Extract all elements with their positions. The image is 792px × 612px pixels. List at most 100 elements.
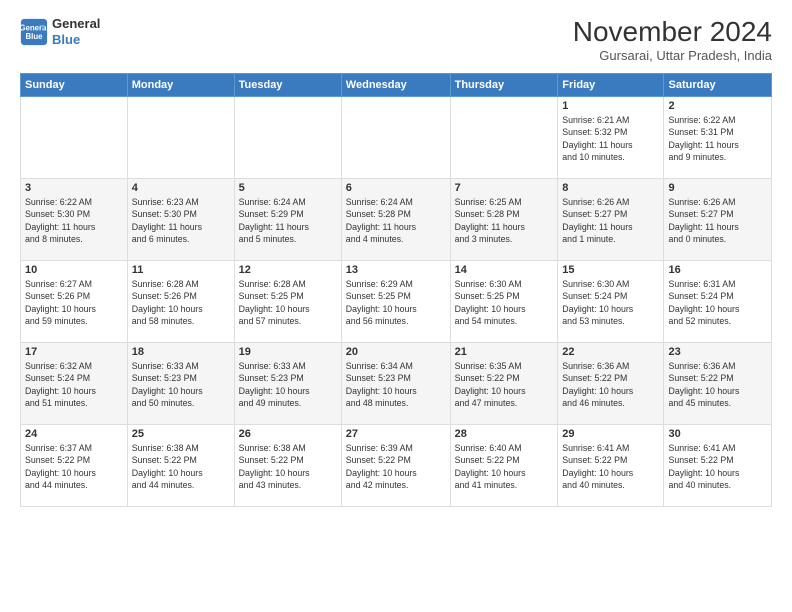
cell-1-5: 8 Sunrise: 6:26 AMSunset: 5:27 PMDaylight… [558, 179, 664, 261]
title-area: November 2024 Gursarai, Uttar Pradesh, I… [573, 16, 772, 63]
cell-2-6: 16Sunrise: 6:31 AMSunset: 5:24 PMDayligh… [664, 261, 772, 343]
week-row-4: 24 Sunrise: 6:37 AMSunset: 5:22 PMDayligh… [21, 425, 772, 507]
day-info: Sunrise: 6:27 AMSunset: 5:26 PMDaylight:… [25, 278, 123, 327]
cell-2-3: 13Sunrise: 6:29 AMSunset: 5:25 PMDayligh… [341, 261, 450, 343]
cell-3-1: 18 Sunrise: 6:33 AMSunset: 5:23 PMDayligh… [127, 343, 234, 425]
cell-1-0: 3 Sunrise: 6:22 AMSunset: 5:30 PMDaylight… [21, 179, 128, 261]
cell-2-5: 15 Sunrise: 6:30 AMSunset: 5:24 PMDayligh… [558, 261, 664, 343]
day-info: Sunrise: 6:41 AMSunset: 5:22 PMDaylight:… [562, 442, 659, 491]
day-info: Sunrise: 6:21 AMSunset: 5:32 PMDaylight:… [562, 114, 659, 163]
day-number: 1 [562, 100, 659, 112]
day-number: 25 [132, 428, 230, 440]
day-info: Sunrise: 6:41 AMSunset: 5:22 PMDaylight:… [668, 442, 767, 491]
day-info: Sunrise: 6:24 AMSunset: 5:29 PMDaylight:… [239, 196, 337, 245]
header-tuesday: Tuesday [234, 74, 341, 97]
day-number: 6 [346, 182, 446, 194]
cell-2-4: 14 Sunrise: 6:30 AMSunset: 5:25 PMDayligh… [450, 261, 558, 343]
header-wednesday: Wednesday [341, 74, 450, 97]
day-info: Sunrise: 6:37 AMSunset: 5:22 PMDaylight:… [25, 442, 123, 491]
cell-1-3: 6 Sunrise: 6:24 AMSunset: 5:28 PMDaylight… [341, 179, 450, 261]
header-saturday: Saturday [664, 74, 772, 97]
day-number: 18 [132, 346, 230, 358]
day-number: 2 [668, 100, 767, 112]
cell-4-4: 28 Sunrise: 6:40 AMSunset: 5:22 PMDayligh… [450, 425, 558, 507]
day-info: Sunrise: 6:32 AMSunset: 5:24 PMDaylight:… [25, 360, 123, 409]
cell-4-1: 25 Sunrise: 6:38 AMSunset: 5:22 PMDayligh… [127, 425, 234, 507]
cell-3-3: 20 Sunrise: 6:34 AMSunset: 5:23 PMDayligh… [341, 343, 450, 425]
cell-2-1: 11 Sunrise: 6:28 AMSunset: 5:26 PMDayligh… [127, 261, 234, 343]
cell-0-4 [450, 97, 558, 179]
cell-3-4: 21 Sunrise: 6:35 AMSunset: 5:22 PMDayligh… [450, 343, 558, 425]
day-number: 20 [346, 346, 446, 358]
cell-1-1: 4 Sunrise: 6:23 AMSunset: 5:30 PMDaylight… [127, 179, 234, 261]
page: General Blue General Blue November 2024 … [0, 0, 792, 612]
day-number: 10 [25, 264, 123, 276]
day-number: 5 [239, 182, 337, 194]
day-info: Sunrise: 6:33 AMSunset: 5:23 PMDaylight:… [239, 360, 337, 409]
header: General Blue General Blue November 2024 … [20, 16, 772, 63]
day-number: 30 [668, 428, 767, 440]
calendar-header: Sunday Monday Tuesday Wednesday Thursday… [21, 74, 772, 97]
cell-1-6: 9Sunrise: 6:26 AMSunset: 5:27 PMDaylight… [664, 179, 772, 261]
cell-4-2: 26Sunrise: 6:38 AMSunset: 5:22 PMDayligh… [234, 425, 341, 507]
day-number: 12 [239, 264, 337, 276]
calendar: Sunday Monday Tuesday Wednesday Thursday… [20, 73, 772, 507]
cell-3-0: 17 Sunrise: 6:32 AMSunset: 5:24 PMDayligh… [21, 343, 128, 425]
day-number: 9 [668, 182, 767, 194]
day-info: Sunrise: 6:40 AMSunset: 5:22 PMDaylight:… [455, 442, 554, 491]
svg-text:Blue: Blue [25, 32, 43, 41]
month-title: November 2024 [573, 16, 772, 48]
day-number: 16 [668, 264, 767, 276]
day-number: 19 [239, 346, 337, 358]
cell-4-5: 29 Sunrise: 6:41 AMSunset: 5:22 PMDayligh… [558, 425, 664, 507]
day-number: 23 [668, 346, 767, 358]
calendar-body: 1 Sunrise: 6:21 AMSunset: 5:32 PMDaylight… [21, 97, 772, 507]
day-info: Sunrise: 6:36 AMSunset: 5:22 PMDaylight:… [562, 360, 659, 409]
day-number: 29 [562, 428, 659, 440]
day-number: 21 [455, 346, 554, 358]
cell-4-3: 27Sunrise: 6:39 AMSunset: 5:22 PMDayligh… [341, 425, 450, 507]
week-row-2: 10 Sunrise: 6:27 AMSunset: 5:26 PMDayligh… [21, 261, 772, 343]
day-number: 7 [455, 182, 554, 194]
header-monday: Monday [127, 74, 234, 97]
day-info: Sunrise: 6:33 AMSunset: 5:23 PMDaylight:… [132, 360, 230, 409]
day-number: 17 [25, 346, 123, 358]
cell-4-0: 24 Sunrise: 6:37 AMSunset: 5:22 PMDayligh… [21, 425, 128, 507]
day-info: Sunrise: 6:23 AMSunset: 5:30 PMDaylight:… [132, 196, 230, 245]
day-number: 11 [132, 264, 230, 276]
day-number: 22 [562, 346, 659, 358]
day-info: Sunrise: 6:30 AMSunset: 5:24 PMDaylight:… [562, 278, 659, 327]
cell-3-5: 22 Sunrise: 6:36 AMSunset: 5:22 PMDayligh… [558, 343, 664, 425]
day-info: Sunrise: 6:34 AMSunset: 5:23 PMDaylight:… [346, 360, 446, 409]
header-row: Sunday Monday Tuesday Wednesday Thursday… [21, 74, 772, 97]
day-number: 27 [346, 428, 446, 440]
header-thursday: Thursday [450, 74, 558, 97]
cell-3-2: 19 Sunrise: 6:33 AMSunset: 5:23 PMDayligh… [234, 343, 341, 425]
cell-4-6: 30 Sunrise: 6:41 AMSunset: 5:22 PMDayligh… [664, 425, 772, 507]
week-row-0: 1 Sunrise: 6:21 AMSunset: 5:32 PMDaylight… [21, 97, 772, 179]
day-number: 4 [132, 182, 230, 194]
day-number: 15 [562, 264, 659, 276]
cell-1-2: 5 Sunrise: 6:24 AMSunset: 5:29 PMDaylight… [234, 179, 341, 261]
day-info: Sunrise: 6:26 AMSunset: 5:27 PMDaylight:… [562, 196, 659, 245]
header-friday: Friday [558, 74, 664, 97]
day-info: Sunrise: 6:35 AMSunset: 5:22 PMDaylight:… [455, 360, 554, 409]
day-info: Sunrise: 6:24 AMSunset: 5:28 PMDaylight:… [346, 196, 446, 245]
header-sunday: Sunday [21, 74, 128, 97]
cell-0-6: 2Sunrise: 6:22 AMSunset: 5:31 PMDaylight… [664, 97, 772, 179]
day-info: Sunrise: 6:28 AMSunset: 5:26 PMDaylight:… [132, 278, 230, 327]
day-number: 3 [25, 182, 123, 194]
cell-0-2 [234, 97, 341, 179]
logo: General Blue General Blue [20, 16, 100, 47]
day-info: Sunrise: 6:30 AMSunset: 5:25 PMDaylight:… [455, 278, 554, 327]
logo-text: General Blue [52, 16, 100, 47]
subtitle: Gursarai, Uttar Pradesh, India [573, 48, 772, 63]
day-number: 28 [455, 428, 554, 440]
day-info: Sunrise: 6:22 AMSunset: 5:30 PMDaylight:… [25, 196, 123, 245]
day-number: 13 [346, 264, 446, 276]
day-number: 14 [455, 264, 554, 276]
logo-icon: General Blue [20, 18, 48, 46]
day-number: 24 [25, 428, 123, 440]
day-number: 8 [562, 182, 659, 194]
day-info: Sunrise: 6:38 AMSunset: 5:22 PMDaylight:… [132, 442, 230, 491]
